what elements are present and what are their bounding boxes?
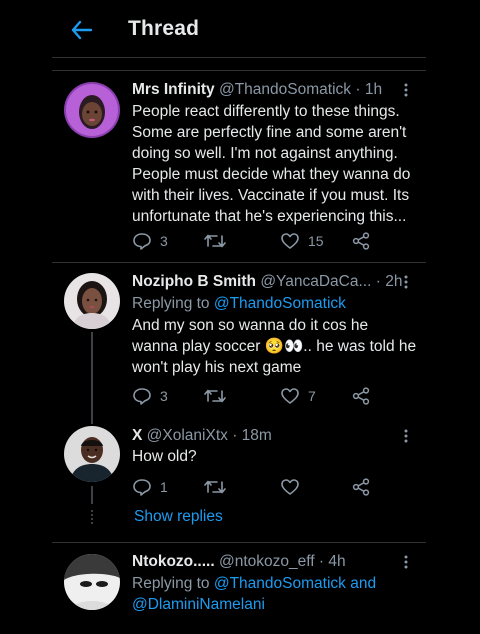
retweet-button[interactable] xyxy=(204,476,234,498)
replying-to-label: Replying to xyxy=(132,295,210,312)
like-button[interactable]: 15 xyxy=(280,230,324,252)
reply-button[interactable]: 1 xyxy=(132,476,168,498)
more-options-button[interactable] xyxy=(398,426,414,446)
tweet-actions: 1 xyxy=(132,476,432,498)
show-replies-link[interactable]: Show replies xyxy=(134,508,223,526)
reply-count: 3 xyxy=(160,388,168,404)
share-button[interactable] xyxy=(352,385,370,407)
share-icon xyxy=(352,478,370,496)
separator-dot: · xyxy=(232,427,238,444)
separator-dot: · xyxy=(318,553,325,570)
replying-to: Replying to @ThandoSomatick xyxy=(132,293,346,314)
tweet-actions: 3 15 xyxy=(132,230,432,252)
replying-to: Replying to @ThandoSomatick and xyxy=(132,573,376,594)
retweet-button[interactable] xyxy=(204,230,234,252)
display-name[interactable]: Ntokozo..... xyxy=(132,553,215,570)
page-title: Thread xyxy=(128,17,200,40)
avatar[interactable] xyxy=(64,554,120,610)
user-handle[interactable]: @XolaniXtx xyxy=(147,427,228,444)
avatar[interactable] xyxy=(64,82,120,138)
display-name[interactable]: Mrs Infinity xyxy=(132,81,215,98)
mention-link[interactable]: @ThandoSomatick xyxy=(214,295,346,312)
reply-icon xyxy=(133,233,151,250)
retweet-icon xyxy=(204,234,226,248)
divider xyxy=(52,262,426,263)
user-handle[interactable]: @YancaDaCa... xyxy=(260,273,371,290)
heart-icon xyxy=(281,479,299,495)
share-icon xyxy=(352,232,370,250)
retweet-button[interactable] xyxy=(204,385,234,407)
heart-icon xyxy=(281,388,299,404)
like-button[interactable] xyxy=(280,476,308,498)
mention-link[interactable]: @DlaminiNamelani xyxy=(132,596,265,613)
timestamp: 4h xyxy=(328,553,346,570)
user-handle[interactable]: @ThandoSomatick xyxy=(219,81,351,98)
tweet-header: X @XolaniXtx · 18m xyxy=(132,426,272,446)
timestamp: 18m xyxy=(241,427,272,444)
tweet-text: How old? xyxy=(132,446,412,467)
replying-to-continued: @DlaminiNamelani xyxy=(132,594,265,615)
tweet-header: Mrs Infinity @ThandoSomatick · 1h xyxy=(132,80,382,100)
more-options-button[interactable] xyxy=(398,272,414,292)
top-app-bar: Thread xyxy=(0,0,480,60)
display-name[interactable]: X xyxy=(132,427,142,444)
reply-button[interactable]: 3 xyxy=(132,385,168,407)
replying-to-label: Replying to xyxy=(132,575,210,592)
retweet-icon xyxy=(204,480,226,494)
tweet-header: Nozipho B Smith @YancaDaCa... · 2h xyxy=(132,272,402,292)
text-line: doing so well. I'm not against anything. xyxy=(132,145,398,162)
separator-dot: · xyxy=(355,81,361,98)
like-count: 7 xyxy=(308,388,316,404)
tweet-header: Ntokozo..... @ntokozo_eff · 4h xyxy=(132,552,346,572)
text-line: Some are perfectly fine and some aren't xyxy=(132,124,407,141)
reply-count: 1 xyxy=(160,479,168,495)
avatar[interactable] xyxy=(64,426,120,482)
more-vertical-icon xyxy=(404,555,408,569)
reply-icon xyxy=(133,388,151,405)
display-name[interactable]: Nozipho B Smith xyxy=(132,273,256,290)
divider xyxy=(52,542,426,543)
divider xyxy=(52,57,426,58)
text-line: People react differently to these things… xyxy=(132,103,400,120)
share-icon xyxy=(352,387,370,405)
more-vertical-icon xyxy=(404,429,408,443)
thread-dotted-line xyxy=(91,510,93,524)
share-button[interactable] xyxy=(352,476,370,498)
more-options-button[interactable] xyxy=(398,80,414,100)
arrow-left-icon xyxy=(71,20,93,40)
text-line: unfortunate that he's experiencing this.… xyxy=(132,208,407,225)
more-vertical-icon xyxy=(404,275,408,289)
reply-button[interactable]: 3 xyxy=(132,230,168,252)
thread-connector-line xyxy=(91,332,93,424)
text-line: wanna play soccer 🥺👀.. he was told he xyxy=(132,338,417,355)
more-vertical-icon xyxy=(404,83,408,97)
reply-count: 3 xyxy=(160,233,168,249)
user-handle[interactable]: @ntokozo_eff xyxy=(219,553,315,570)
tweet-actions: 3 7 xyxy=(132,385,432,407)
like-count: 15 xyxy=(308,233,324,249)
retweet-icon xyxy=(204,389,226,403)
thread-connector-line xyxy=(91,486,93,504)
text-line: How old? xyxy=(132,448,197,465)
timestamp: 1h xyxy=(364,81,383,98)
mention-link[interactable]: @ThandoSomatick xyxy=(214,575,346,592)
tweet-text: And my son so wanna do it cos he wanna p… xyxy=(132,315,427,378)
tweet-text: People react differently to these things… xyxy=(132,101,422,227)
text-line: with their lives. Vaccinate if you must.… xyxy=(132,187,410,204)
reply-icon xyxy=(133,479,151,496)
heart-icon xyxy=(281,233,299,249)
share-button[interactable] xyxy=(352,230,370,252)
like-button[interactable]: 7 xyxy=(280,385,316,407)
divider xyxy=(52,70,426,71)
text-line: And my son so wanna do it cos he xyxy=(132,317,369,334)
replying-to-and: and xyxy=(350,575,377,592)
separator-dot: · xyxy=(375,273,381,290)
avatar[interactable] xyxy=(64,273,120,329)
more-options-button[interactable] xyxy=(398,552,414,572)
back-button[interactable] xyxy=(66,16,98,44)
text-line: won't play his next game xyxy=(132,359,302,376)
thread-screen: Thread Mrs Infinity @ThandoSomatick · 1h xyxy=(0,0,480,634)
text-line: People must decide what they wanna do xyxy=(132,166,411,183)
